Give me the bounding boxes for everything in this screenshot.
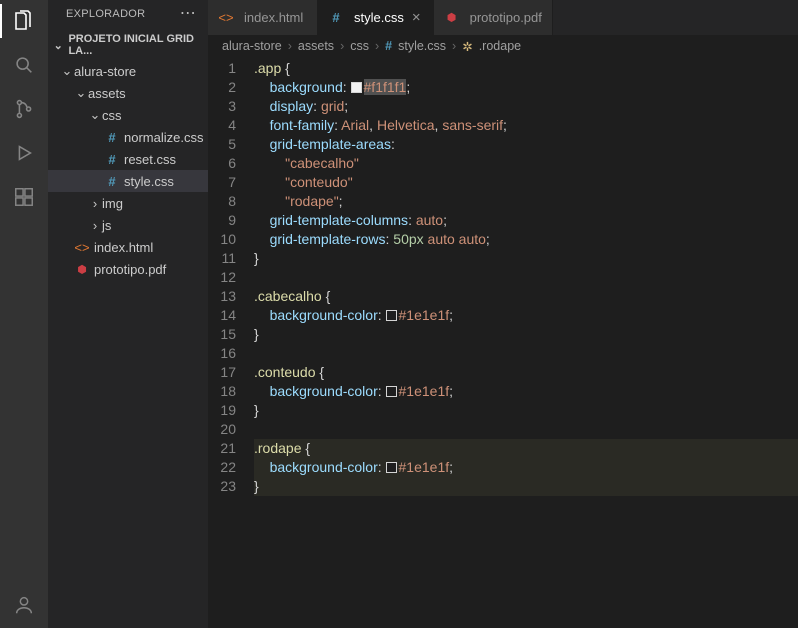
color-swatch <box>351 82 362 93</box>
symbol-icon: ✲ <box>462 39 472 54</box>
source-control-icon[interactable] <box>11 96 37 122</box>
folder-img[interactable]: ›img <box>48 192 208 214</box>
color-swatch <box>386 310 397 321</box>
project-name: PROJETO INICIAL GRID LA... <box>68 33 204 57</box>
color-swatch <box>386 386 397 397</box>
tab-prototipo[interactable]: ⬢ prototipo.pdf <box>434 0 553 35</box>
explorer-panel: EXPLORADOR ⋯ ⌄ PROJETO INICIAL GRID LA..… <box>48 0 208 628</box>
tab-index[interactable]: <> index.html <box>208 0 318 35</box>
css-icon: # <box>328 10 344 25</box>
explorer-icon[interactable] <box>11 8 37 34</box>
css-icon: # <box>385 39 392 53</box>
explorer-title: EXPLORADOR <box>66 8 145 20</box>
chevron-down-icon: ⌄ <box>52 39 64 52</box>
file-reset[interactable]: #reset.css <box>48 148 208 170</box>
extensions-icon[interactable] <box>11 184 37 210</box>
line-numbers: 1234567891011121314151617181920212223 <box>208 59 254 628</box>
folder-assets[interactable]: ⌄assets <box>48 82 208 104</box>
activity-bar <box>0 0 48 628</box>
tab-label: style.css <box>354 10 404 25</box>
code-editor[interactable]: 1234567891011121314151617181920212223 .a… <box>208 57 798 628</box>
file-tree: ⌄alura-store ⌄assets ⌄css #normalize.css… <box>48 60 208 286</box>
code-content[interactable]: .app { background: #f1f1f1; display: gri… <box>254 59 798 628</box>
breadcrumb[interactable]: alura-store› assets› css› #style.css› ✲.… <box>208 35 798 57</box>
folder-root[interactable]: ⌄alura-store <box>48 60 208 82</box>
close-icon[interactable]: × <box>410 9 423 26</box>
tab-label: prototipo.pdf <box>470 10 542 25</box>
editor-tabs: <> index.html # style.css × ⬢ prototipo.… <box>208 0 798 35</box>
folder-css[interactable]: ⌄css <box>48 104 208 126</box>
account-icon[interactable] <box>11 592 37 618</box>
color-swatch <box>386 462 397 473</box>
debug-icon[interactable] <box>11 140 37 166</box>
html-icon: <> <box>218 10 234 25</box>
project-header[interactable]: ⌄ PROJETO INICIAL GRID LA... <box>48 30 208 60</box>
folder-js[interactable]: ›js <box>48 214 208 236</box>
pdf-icon: ⬢ <box>444 11 460 24</box>
tab-style[interactable]: # style.css × <box>318 0 434 35</box>
file-normalize[interactable]: #normalize.css <box>48 126 208 148</box>
tab-label: index.html <box>244 10 303 25</box>
search-icon[interactable] <box>11 52 37 78</box>
file-index[interactable]: <>index.html <box>48 236 208 258</box>
file-style[interactable]: #style.css <box>48 170 208 192</box>
more-icon[interactable]: ⋯ <box>180 9 196 19</box>
file-prototipo[interactable]: ⬢prototipo.pdf <box>48 258 208 280</box>
